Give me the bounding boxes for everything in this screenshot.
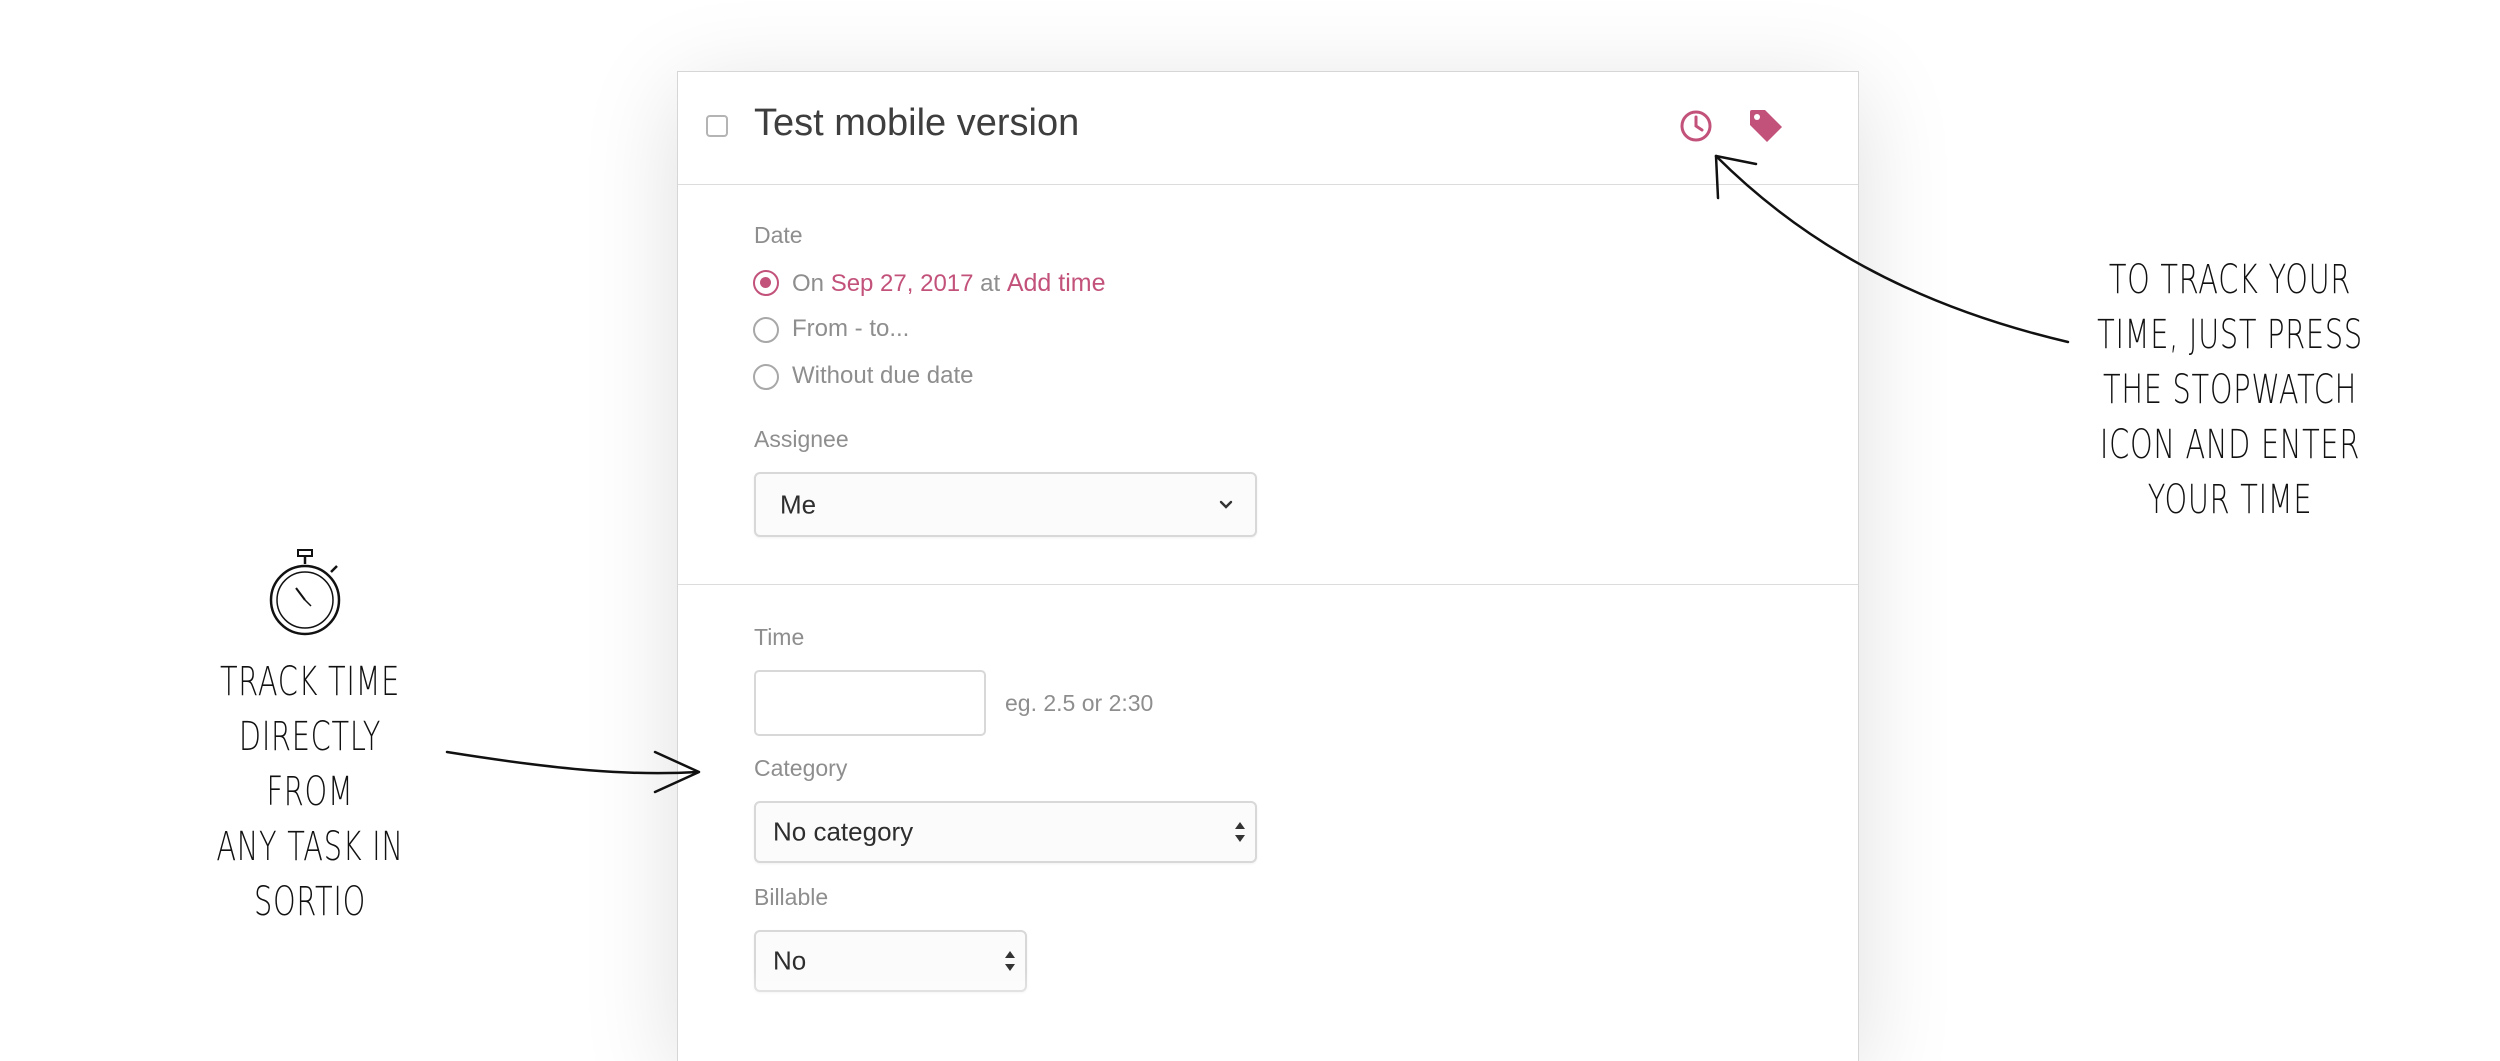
right-annotation-line: TO TRACK YOUR: [2108, 257, 2352, 303]
time-label: Time: [754, 624, 805, 650]
stopwatch-icon: [269, 549, 341, 636]
task-header: Test mobile version: [678, 72, 1858, 185]
tag-icon[interactable]: [1745, 105, 1787, 147]
category-value: No category: [773, 816, 914, 847]
assignee-label: Assignee: [754, 426, 849, 452]
task-complete-checkbox[interactable]: [706, 115, 728, 137]
select-arrows-icon: [1005, 951, 1015, 971]
assignee-select[interactable]: Me: [754, 472, 1257, 537]
section-divider: [678, 584, 1858, 585]
date-option-none-label[interactable]: Without due date: [792, 362, 973, 390]
date-option-range-radio[interactable]: [753, 317, 779, 343]
right-annotation-line: TIME, JUST PRESS: [2097, 312, 2363, 358]
right-annotation: TO TRACK YOUR TIME, JUST PRESS THE STOPW…: [2093, 253, 2367, 528]
date-on-prefix: On: [792, 270, 825, 297]
due-date-value[interactable]: Sep 27, 2017: [831, 270, 974, 297]
left-annotation-line: ANY TASK IN: [216, 824, 404, 870]
date-option-on[interactable]: On Sep 27, 2017 at Add time: [792, 269, 1106, 298]
task-panel: Test mobile version Date On Sep 27, 2017…: [677, 71, 1859, 1061]
left-annotation-line: DIRECTLY FROM: [238, 714, 382, 815]
right-annotation-line: ICON AND ENTER: [2099, 422, 2361, 468]
category-label: Category: [754, 755, 848, 781]
date-option-range-label[interactable]: From - to...: [792, 315, 909, 343]
right-annotation-line: YOUR TIME: [2147, 477, 2313, 523]
assignee-value: Me: [780, 489, 817, 519]
date-option-on-radio[interactable]: [753, 270, 779, 296]
clock-icon[interactable]: [1675, 105, 1717, 147]
date-option-none-radio[interactable]: [753, 364, 779, 390]
billable-value: No: [773, 945, 807, 976]
task-title[interactable]: Test mobile version: [754, 102, 1079, 145]
left-annotation: TRACK TIME DIRECTLY FROM ANY TASK IN SOR…: [195, 655, 425, 930]
left-annotation-line: TRACK TIME: [219, 659, 401, 705]
add-time-link[interactable]: Add time: [1007, 269, 1106, 297]
left-annotation-line: SORTIO: [254, 879, 366, 925]
date-at-text: at: [980, 270, 1001, 297]
select-arrows-icon: [1235, 822, 1245, 842]
right-annotation-line: THE STOPWATCH: [2103, 367, 2357, 413]
date-label: Date: [754, 222, 803, 248]
time-hint: eg. 2.5 or 2:30: [1005, 690, 1154, 716]
chevron-down-icon: [1219, 500, 1233, 509]
billable-select[interactable]: No: [754, 930, 1027, 992]
time-input[interactable]: [754, 670, 986, 736]
billable-label: Billable: [754, 884, 829, 910]
left-arrow: [445, 750, 700, 775]
category-select[interactable]: No category: [754, 801, 1257, 863]
